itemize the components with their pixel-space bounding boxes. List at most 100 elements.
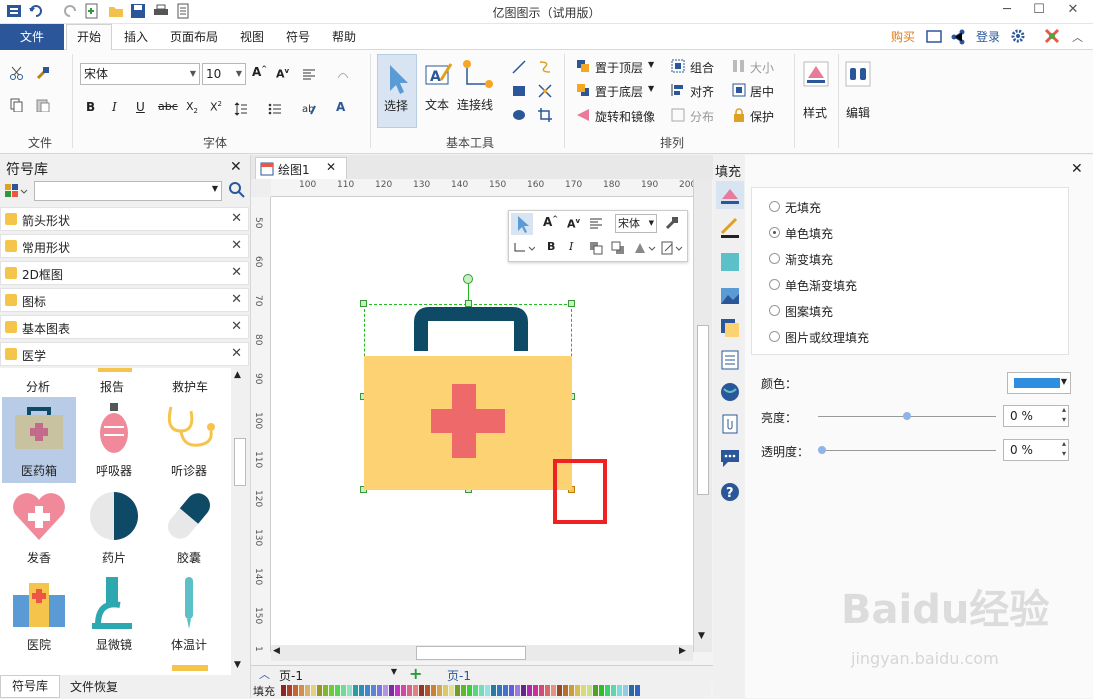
palette-swatch[interactable] — [365, 685, 370, 696]
close-icon[interactable]: ✕ — [231, 319, 242, 334]
scroll-down-icon[interactable]: ▼ — [698, 631, 705, 641]
palette-swatch[interactable] — [467, 685, 472, 696]
shape-stethoscope[interactable]: 听诊器 — [152, 397, 226, 483]
scroll-thumb[interactable] — [416, 646, 526, 660]
buy-link[interactable]: 购买 — [891, 28, 915, 45]
palette-swatch[interactable] — [497, 685, 502, 696]
palette-swatch[interactable] — [401, 685, 406, 696]
shape-thermometer[interactable]: 体温计 — [152, 571, 226, 657]
palette-swatch[interactable] — [605, 685, 610, 696]
paste-icon[interactable] — [36, 98, 50, 113]
palette-swatch[interactable] — [377, 685, 382, 696]
line-icon[interactable] — [512, 60, 526, 74]
palette-swatch[interactable] — [329, 685, 334, 696]
rectangle-icon[interactable] — [512, 84, 526, 98]
text-color-highlight-icon[interactable]: ab — [302, 102, 316, 116]
shrink-font-icon[interactable]: Av — [567, 217, 580, 231]
comment-icon[interactable] — [719, 447, 741, 469]
palette-swatch[interactable] — [491, 685, 496, 696]
transparency-input[interactable]: 0 % ▴ ▾ — [1003, 439, 1069, 461]
palette-swatch[interactable] — [281, 685, 286, 696]
transparency-slider-thumb[interactable] — [818, 446, 826, 454]
send-to-back-label[interactable]: 置于底层 — [595, 83, 643, 100]
line-spacing-icon[interactable] — [336, 68, 350, 82]
close-icon[interactable]: ✕ — [231, 346, 242, 361]
radio-no-fill[interactable] — [769, 201, 780, 212]
grow-font-icon[interactable]: A^ — [252, 65, 267, 79]
horizontal-scrollbar[interactable]: ◀ ▶ — [271, 645, 693, 661]
palette-swatch[interactable] — [593, 685, 598, 696]
attachment-icon[interactable] — [719, 413, 741, 435]
center-label[interactable]: 居中 — [750, 83, 774, 100]
scroll-right-icon[interactable]: ▶ — [679, 646, 686, 656]
bottom-tab-library[interactable]: 符号库 — [0, 675, 60, 698]
minimize-button[interactable]: ─ — [990, 0, 1024, 22]
close-icon[interactable]: ✕ — [231, 265, 242, 280]
dropdown-arrow-icon[interactable]: ▼ — [648, 84, 654, 93]
library-scrollbar[interactable]: ▲ ▼ — [231, 368, 249, 675]
send-back-icon[interactable] — [611, 241, 625, 255]
palette-swatch[interactable] — [431, 685, 436, 696]
send-to-back-icon[interactable] — [576, 83, 590, 97]
style-button[interactable]: 样式 — [800, 56, 832, 136]
page-select[interactable]: 页-1 ▼ — [279, 667, 397, 683]
palette-swatch[interactable] — [509, 685, 514, 696]
superscript-icon[interactable]: X2 — [210, 100, 222, 114]
radio-single-gradient-fill[interactable] — [769, 279, 780, 290]
size-label[interactable]: 大小 — [750, 59, 774, 76]
palette-swatch[interactable] — [485, 685, 490, 696]
vertical-scrollbar[interactable]: ▼ — [693, 179, 712, 652]
fill-tool-icon[interactable] — [716, 181, 744, 209]
select-tool-button[interactable]: 选择 — [377, 54, 417, 128]
palette-swatch[interactable] — [533, 685, 538, 696]
align-icon[interactable] — [671, 83, 685, 97]
tab-symbol[interactable]: 符号 — [286, 28, 310, 45]
align-label[interactable]: 对齐 — [690, 83, 714, 100]
palette-swatch[interactable] — [587, 685, 592, 696]
group-label[interactable]: 组合 — [690, 59, 714, 76]
library-category[interactable]: 医学 ✕ — [0, 342, 249, 366]
palette-swatch[interactable] — [371, 685, 376, 696]
palette-swatch[interactable] — [317, 685, 322, 696]
drawing-canvas[interactable]: A^ Av 宋体 ▼ B I — [271, 197, 693, 652]
palette-swatch[interactable] — [461, 685, 466, 696]
palette-swatches[interactable] — [281, 685, 640, 696]
rotate-flip-label[interactable]: 旋转和镜像 — [595, 108, 655, 125]
help-icon[interactable]: ? — [719, 481, 741, 503]
maximize-button[interactable]: ☐ — [1022, 0, 1056, 22]
close-icon[interactable]: ✕ — [231, 238, 242, 253]
add-page-icon[interactable]: + — [409, 664, 422, 683]
bring-front-icon[interactable] — [589, 241, 603, 255]
bold-icon[interactable]: B — [86, 100, 95, 114]
palette-swatch[interactable] — [575, 685, 580, 696]
tab-page-layout[interactable]: 页面布局 — [170, 28, 218, 45]
rotate-flip-icon[interactable] — [576, 108, 590, 122]
scroll-thumb[interactable] — [697, 325, 709, 495]
shadow-icon[interactable] — [719, 251, 741, 273]
palette-swatch[interactable] — [323, 685, 328, 696]
bring-to-front-icon[interactable] — [576, 59, 590, 73]
cut-icon[interactable] — [10, 66, 24, 80]
transparency-slider[interactable] — [818, 450, 996, 451]
library-category[interactable]: 常用形状 ✕ — [0, 234, 249, 258]
palette-swatch[interactable] — [395, 685, 400, 696]
palette-swatch[interactable] — [635, 685, 640, 696]
library-category[interactable]: 图标 ✕ — [0, 288, 249, 312]
pointer-icon[interactable] — [511, 213, 533, 235]
point-tool-icon[interactable] — [538, 84, 552, 98]
format-painter-icon[interactable] — [665, 216, 679, 230]
library-category[interactable]: 箭头形状 ✕ — [0, 207, 249, 231]
palette-swatch[interactable] — [293, 685, 298, 696]
distribute-icon[interactable] — [671, 108, 685, 122]
palette-swatch[interactable] — [389, 685, 394, 696]
align-text-icon[interactable] — [302, 68, 316, 82]
page-tab[interactable]: 页-1 — [447, 667, 471, 684]
palette-swatch[interactable] — [473, 685, 478, 696]
bottom-tab-recovery[interactable]: 文件恢复 — [70, 678, 118, 695]
palette-swatch[interactable] — [341, 685, 346, 696]
shape-hospital[interactable]: 医院 — [2, 571, 76, 657]
palette-swatch[interactable] — [311, 685, 316, 696]
share-icon[interactable] — [950, 29, 966, 45]
palette-swatch[interactable] — [353, 685, 358, 696]
palette-swatch[interactable] — [623, 685, 628, 696]
